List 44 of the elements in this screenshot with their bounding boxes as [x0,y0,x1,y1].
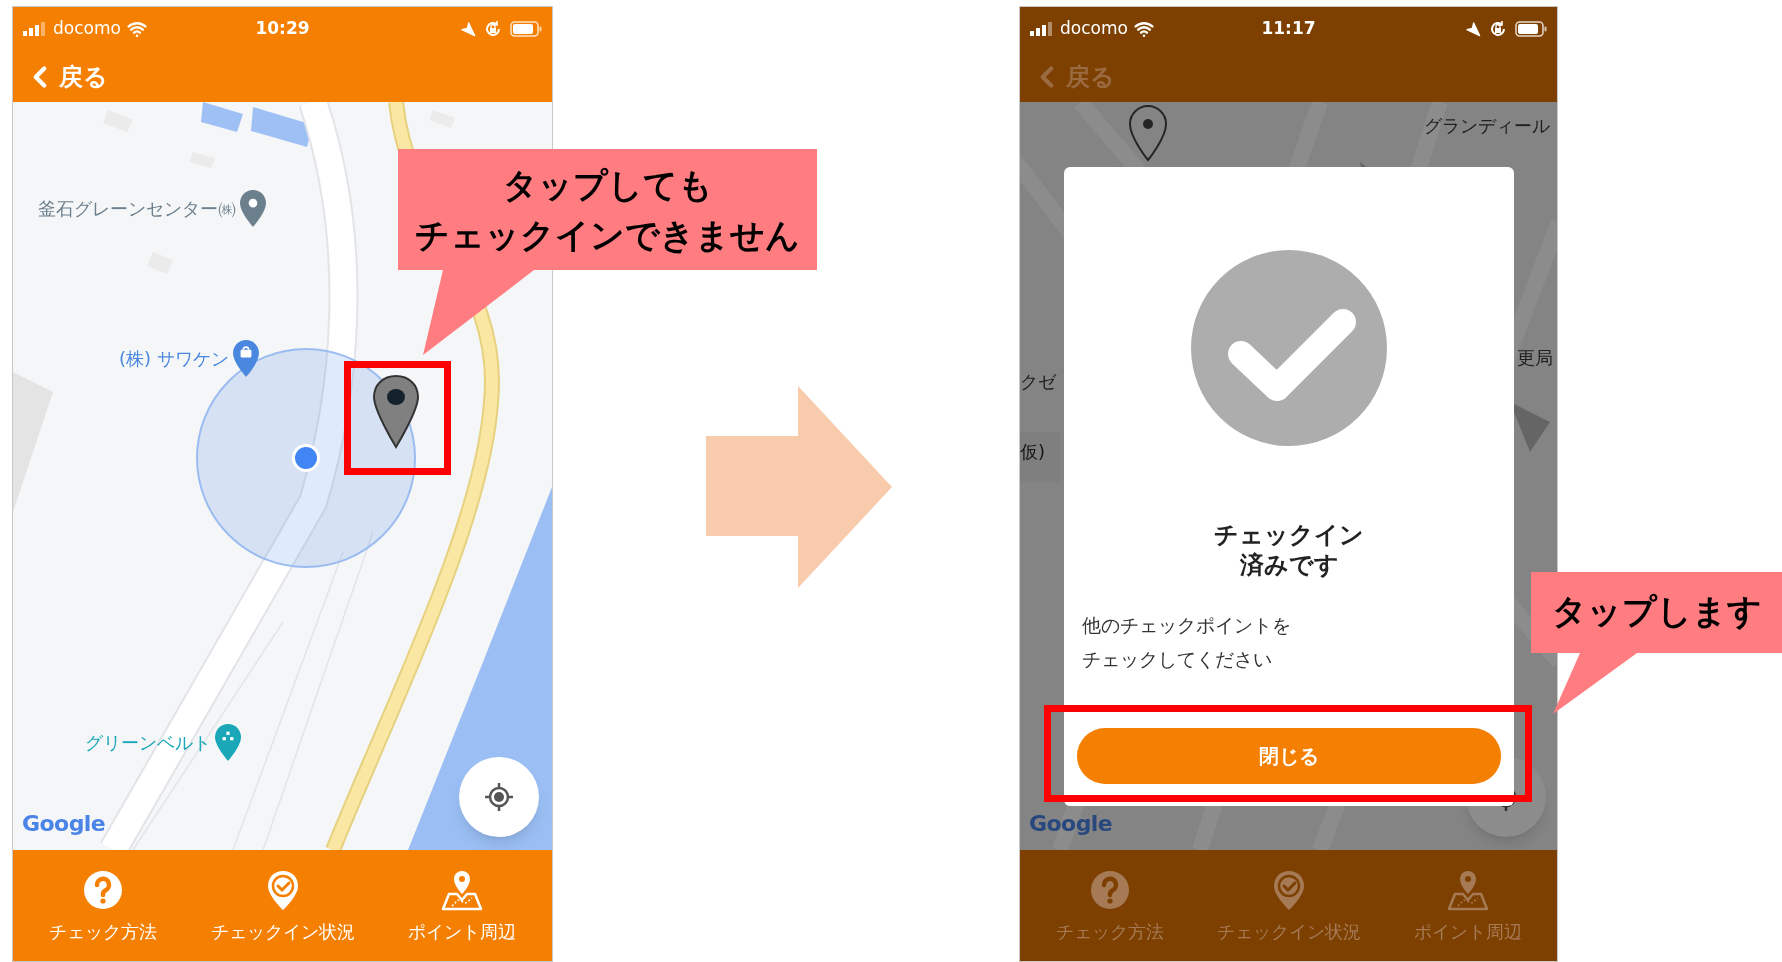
battery-icon [1515,21,1547,37]
rotation-lock-icon [1489,20,1507,38]
back-button[interactable]: 戻る [1030,58,1115,95]
signal-icon [1030,22,1054,36]
tab-item[interactable]: ポイント周辺 [1378,868,1557,945]
tab-item[interactable]: チェックイン状況 [192,868,373,945]
map-label: 釜石グレーンセンター㈱ [38,197,236,221]
location-arrow-icon [1465,21,1481,37]
map-attribution: Google [22,810,106,838]
location-arrow-icon [460,21,476,37]
back-button[interactable]: 戻る [23,58,108,95]
callout-text: タップしても [502,164,713,207]
dialog-message: チェックしてください [1082,647,1273,672]
map-pin-icon [440,868,485,912]
tab-item[interactable]: チェック方法 [13,868,193,945]
dialog-message: 他のチェックポイントを [1082,613,1291,638]
callout-text: タップします [1551,590,1762,633]
map-label: 更局 [1517,346,1553,370]
check-circle-icon [1191,250,1387,446]
callout-text: チェックインできません [415,214,800,257]
right-arrow-icon [706,386,892,588]
map-label: 仮) [1020,440,1046,464]
battery-icon [510,21,542,37]
tab-item[interactable]: チェックイン状況 [1199,868,1378,945]
dialog-title: 済みです [1239,550,1339,580]
tab-item[interactable]: ポイント周辺 [372,868,552,945]
clock-time: 11:17 [1261,17,1316,41]
tab-item[interactable]: チェック方法 [1020,868,1199,945]
wifi-icon [1133,19,1154,39]
carrier-name: docomo [53,17,121,41]
clock-time: 10:29 [255,17,310,41]
dialog-title: チェックイン [1214,520,1364,550]
map-attribution: Google [1029,810,1113,838]
map-label: グランディール [1424,114,1550,138]
rotation-lock-icon [484,20,502,38]
map-pin-icon [1445,868,1490,912]
close-button[interactable]: 閉じる [1077,728,1501,784]
map-marker-icon [371,374,421,449]
signal-icon [23,22,47,36]
map-label: (株) サワケン [119,347,229,371]
map-label: クゼ [1020,370,1056,394]
map-label: グリーンベルト [85,731,211,755]
carrier-name: docomo [1060,17,1128,41]
wifi-icon [126,19,147,39]
